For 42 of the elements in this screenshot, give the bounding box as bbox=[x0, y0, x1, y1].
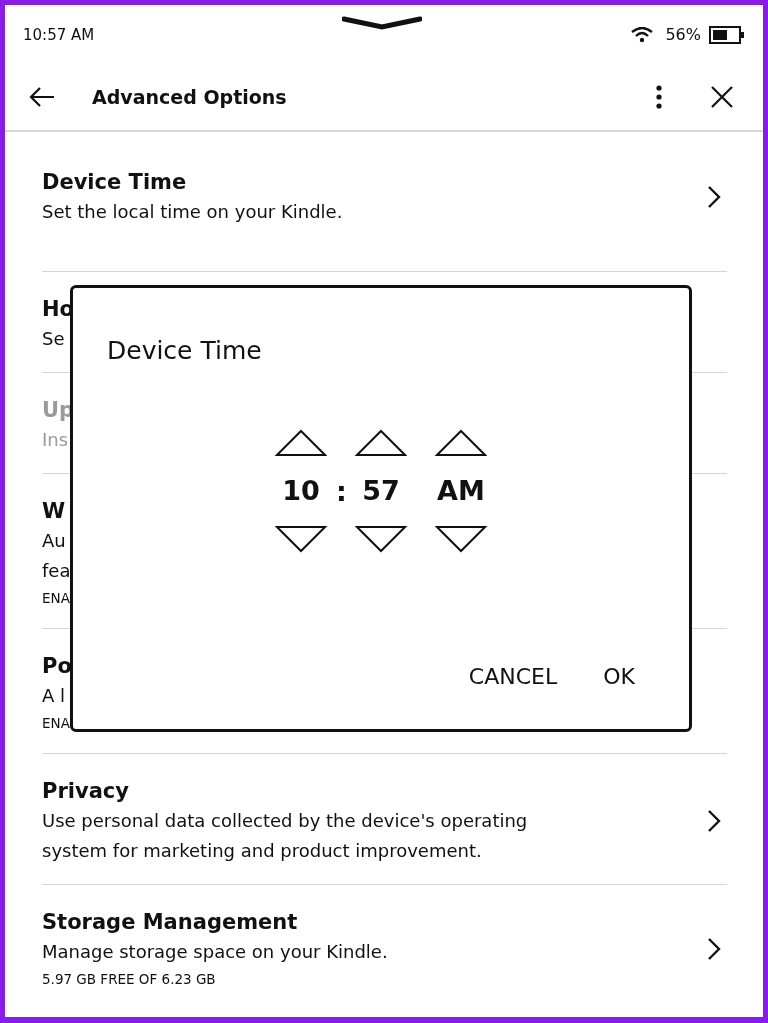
more-options-icon[interactable] bbox=[656, 85, 662, 109]
setting-description: Se bbox=[42, 327, 65, 351]
time-value: 10 bbox=[282, 475, 320, 507]
setting-title[interactable]: Privacy bbox=[42, 776, 129, 806]
decrease-triangle-icon[interactable] bbox=[355, 525, 407, 553]
decrease-triangle-icon[interactable] bbox=[435, 525, 487, 553]
battery-percentage: 56% bbox=[665, 25, 701, 44]
setting-description: Manage storage space on your Kindle. bbox=[42, 940, 388, 964]
setting-description: Set the local time on your Kindle. bbox=[42, 200, 343, 224]
setting-description: Au bbox=[42, 529, 66, 553]
setting-status: 5.97 GB FREE OF 6.23 GB bbox=[42, 970, 216, 989]
close-icon[interactable] bbox=[711, 86, 733, 108]
increase-triangle-icon[interactable] bbox=[275, 429, 327, 457]
setting-title[interactable]: Po bbox=[42, 651, 72, 681]
setting-description: A l bbox=[42, 684, 66, 708]
page-title: Advanced Options bbox=[92, 86, 287, 108]
setting-description: system for marketing and product improvement. bbox=[42, 839, 482, 863]
time-value: AM bbox=[437, 475, 485, 507]
setting-title[interactable]: W bbox=[42, 496, 66, 526]
dialog-button[interactable]: OK bbox=[595, 660, 643, 693]
pull-down-handle-icon[interactable] bbox=[342, 16, 422, 30]
dialog-title: Device Time bbox=[107, 336, 262, 365]
setting-title[interactable]: Device Time bbox=[42, 167, 187, 197]
setting-title[interactable]: Storage Management bbox=[42, 907, 298, 937]
time-separator: : bbox=[336, 475, 346, 507]
back-arrow-icon[interactable] bbox=[29, 87, 55, 107]
time-value: 57 bbox=[362, 475, 400, 507]
chevron-right-icon[interactable] bbox=[707, 809, 721, 833]
setting-status: ENA bbox=[42, 589, 70, 608]
chevron-right-icon[interactable] bbox=[707, 185, 721, 209]
decrease-triangle-icon[interactable] bbox=[275, 525, 327, 553]
dialog-button[interactable]: CANCEL bbox=[460, 660, 566, 693]
setting-status: ENA bbox=[42, 714, 70, 733]
setting-description: fea bbox=[42, 559, 71, 583]
setting-description: Use personal data collected by the device's operating bbox=[42, 809, 528, 833]
battery-icon bbox=[709, 25, 745, 44]
status-time: 10:57 AM bbox=[23, 25, 95, 44]
wifi-icon bbox=[631, 26, 654, 43]
increase-triangle-icon[interactable] bbox=[355, 429, 407, 457]
chevron-right-icon[interactable] bbox=[707, 937, 721, 961]
increase-triangle-icon[interactable] bbox=[435, 429, 487, 457]
setting-description: Ins bbox=[42, 428, 69, 452]
